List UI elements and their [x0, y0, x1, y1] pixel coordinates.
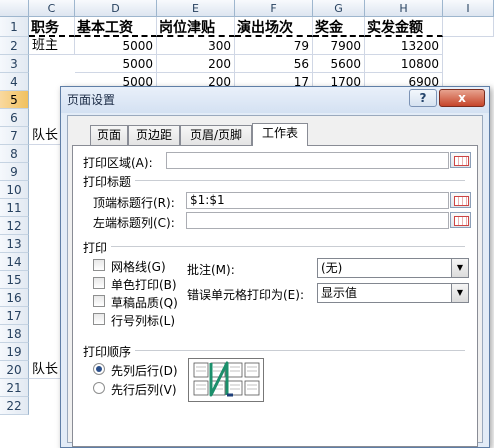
cell-h3[interactable]: 10800: [365, 55, 443, 73]
select-all-corner[interactable]: [0, 0, 29, 17]
print-area-label: 打印区域(A):: [83, 156, 153, 170]
left-cols-label: 左端标题列(C):: [93, 216, 175, 230]
row-col-headers-label: 行号列标(L): [111, 314, 176, 328]
comments-value: (无): [321, 261, 343, 275]
page-setup-dialog: 页面设置 ? x 页面 页边距 页眉/页脚 工作表 打印区域(A): 打印标题 …: [60, 86, 490, 448]
row-header-12[interactable]: 12: [0, 217, 29, 235]
row-col-headers-checkbox[interactable]: [93, 313, 105, 325]
cell-e3[interactable]: 200: [157, 55, 235, 73]
tab-page[interactable]: 页面: [90, 125, 128, 145]
tab-sheet[interactable]: 工作表: [252, 123, 308, 146]
column-header-f[interactable]: F: [235, 0, 313, 17]
cell-d2[interactable]: 5000: [75, 37, 157, 55]
row-header-10[interactable]: 10: [0, 181, 29, 199]
monochrome-label: 单色打印(B): [111, 278, 177, 292]
row-header-9[interactable]: 9: [0, 163, 29, 181]
top-rows-collapse-icon[interactable]: [450, 192, 471, 208]
cell-c20[interactable]: 队长: [29, 361, 60, 379]
column-header-c[interactable]: C: [29, 0, 75, 17]
cell-h1[interactable]: 实发金额: [365, 17, 443, 37]
down-then-over-label: 先列后行(D): [111, 364, 178, 378]
draft-quality-checkbox[interactable]: [93, 295, 105, 307]
comments-label: 批注(M):: [187, 263, 235, 277]
gridlines-label: 网格线(G): [111, 260, 166, 274]
row-header-19[interactable]: 19: [0, 343, 29, 361]
print-titles-divider: [135, 180, 465, 181]
help-button[interactable]: ?: [409, 89, 437, 107]
cell-f1[interactable]: 演出场次: [235, 17, 313, 37]
row-header-17[interactable]: 17: [0, 307, 29, 325]
gridlines-checkbox[interactable]: [93, 259, 105, 271]
close-button[interactable]: x: [439, 89, 485, 107]
row-header-22[interactable]: 22: [0, 397, 29, 415]
row-header-2[interactable]: 2: [0, 37, 29, 55]
cell-c7[interactable]: 队长: [29, 127, 60, 145]
left-cols-input[interactable]: [186, 212, 449, 229]
cell-c2[interactable]: 班主: [29, 37, 75, 55]
row-header-21[interactable]: 21: [0, 379, 29, 397]
dialog-body: 页面 页边距 页眉/页脚 工作表 打印区域(A): 打印标题 顶端标题行(R):…: [67, 115, 483, 447]
print-area-collapse-icon[interactable]: [450, 152, 471, 168]
print-group-label: 打印: [83, 241, 108, 255]
over-then-down-label: 先行后列(V): [111, 383, 177, 397]
row-header-11[interactable]: 11: [0, 199, 29, 217]
left-cols-collapse-icon[interactable]: [450, 212, 471, 228]
errors-label: 错误单元格打印为(E):: [187, 288, 304, 302]
cell-f3[interactable]: 56: [235, 55, 313, 73]
tab-header-footer[interactable]: 页眉/页脚: [180, 125, 252, 145]
print-group-divider: [111, 246, 465, 247]
column-header-d[interactable]: D: [75, 0, 157, 17]
row-header-5[interactable]: 5: [0, 91, 29, 109]
tab-margins[interactable]: 页边距: [128, 125, 180, 145]
comments-select[interactable]: (无) ▼: [317, 258, 469, 278]
over-then-down-radio[interactable]: [93, 382, 105, 394]
cell-d1[interactable]: 基本工资: [75, 17, 157, 37]
row-header-18[interactable]: 18: [0, 325, 29, 343]
row-header-3[interactable]: 3: [0, 55, 29, 73]
column-header-h[interactable]: H: [365, 0, 443, 17]
column-header-i[interactable]: I: [443, 0, 494, 17]
page-order-divider: [135, 350, 465, 351]
row-header-4[interactable]: 4: [0, 73, 29, 91]
row-header-15[interactable]: 15: [0, 271, 29, 289]
cell-d3[interactable]: 5000: [75, 55, 157, 73]
row-header-7[interactable]: 7: [0, 127, 29, 145]
print-area-input[interactable]: [166, 152, 449, 169]
page-order-preview-icon: [188, 358, 264, 402]
cell-f2[interactable]: 79: [235, 37, 313, 55]
row-header-1[interactable]: 1: [0, 17, 29, 37]
top-rows-label: 顶端标题行(R):: [93, 196, 175, 210]
sheet-tab-panel: 打印区域(A): 打印标题 顶端标题行(R): $1:$1 左端标题列(C): …: [72, 145, 478, 447]
cell-g3[interactable]: 5600: [313, 55, 365, 73]
monochrome-checkbox[interactable]: [93, 277, 105, 289]
down-then-over-radio[interactable]: [93, 363, 105, 375]
cell-e2[interactable]: 300: [157, 37, 235, 55]
errors-select[interactable]: 显示值 ▼: [317, 283, 469, 303]
cell-h2[interactable]: 13200: [365, 37, 443, 55]
row-header-8[interactable]: 8: [0, 145, 29, 163]
print-titles-label: 打印标题: [83, 175, 132, 189]
page-order-label: 打印顺序: [83, 345, 132, 359]
cell-c1[interactable]: 职务: [29, 17, 75, 37]
row-header-14[interactable]: 14: [0, 253, 29, 271]
errors-value: 显示值: [321, 286, 358, 300]
chevron-down-icon: ▼: [451, 259, 468, 277]
row-header-16[interactable]: 16: [0, 289, 29, 307]
chevron-down-icon: ▼: [451, 284, 468, 302]
cell-e1[interactable]: 岗位津贴: [157, 17, 235, 37]
cell-i1[interactable]: [443, 17, 494, 37]
top-rows-input[interactable]: $1:$1: [186, 192, 449, 209]
column-header-g[interactable]: G: [313, 0, 365, 17]
draft-quality-label: 草稿品质(Q): [111, 296, 178, 310]
column-header-e[interactable]: E: [157, 0, 235, 17]
row-header-13[interactable]: 13: [0, 235, 29, 253]
cell-g1[interactable]: 奖金: [313, 17, 365, 37]
row-header-6[interactable]: 6: [0, 109, 29, 127]
row-header-20[interactable]: 20: [0, 361, 29, 379]
cell-g2[interactable]: 7900: [313, 37, 365, 55]
